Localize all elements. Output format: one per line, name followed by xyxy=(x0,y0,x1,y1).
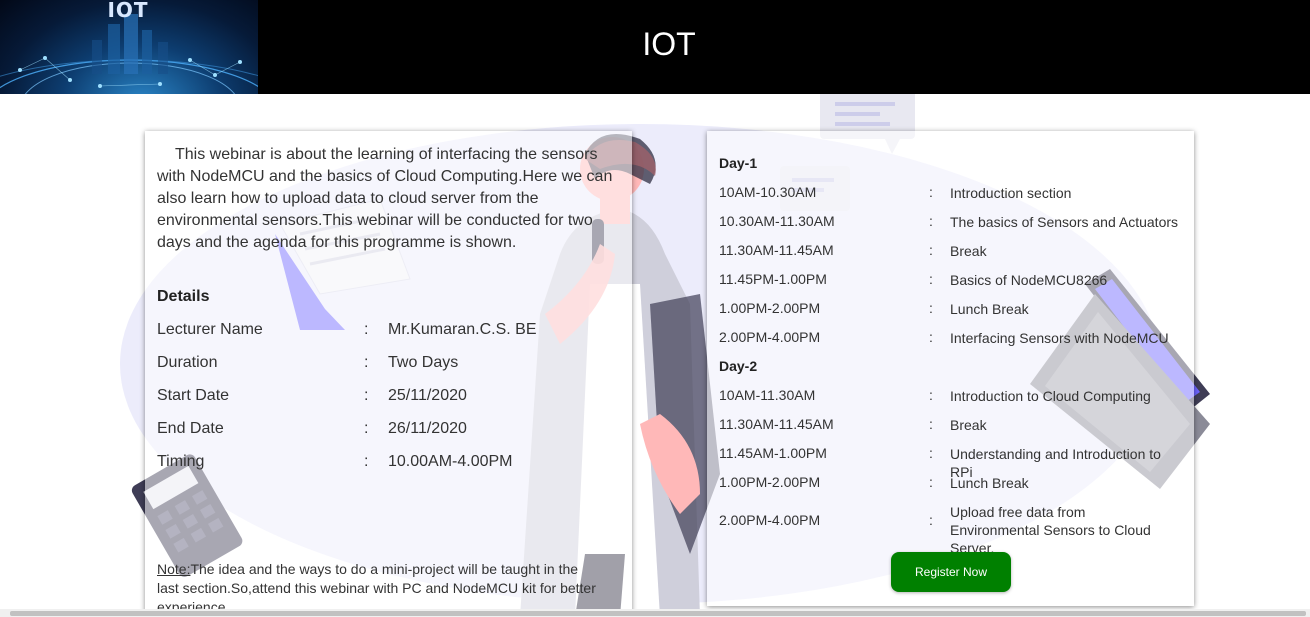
note-text: The idea and the ways to do a mini-proje… xyxy=(157,561,596,615)
detail-value: Mr.Kumaran.C.S. BE xyxy=(388,321,537,338)
page: IOT IOT This webinar is about the learni… xyxy=(0,0,1310,617)
schedule-topic: Introduction section xyxy=(950,185,1072,201)
schedule-row: 2.00PM-4.00PM : Upload free data from En… xyxy=(719,503,1179,556)
day-2-heading: Day-2 xyxy=(719,358,758,374)
register-now-button[interactable]: Register Now xyxy=(891,552,1011,592)
schedule-separator: : xyxy=(929,387,933,403)
schedule-topic: Introduction to Cloud Computing xyxy=(950,388,1151,404)
detail-label: End Date xyxy=(157,420,224,437)
note-label: Note: xyxy=(157,561,191,577)
detail-label: Start Date xyxy=(157,387,230,404)
detail-row-end-date: End Date : 26/11/2020 xyxy=(157,420,617,442)
schedule-separator: : xyxy=(929,416,933,432)
detail-row-timing: Timing : 10.00AM-4.00PM xyxy=(157,453,617,475)
detail-value: 26/11/2020 xyxy=(388,420,467,437)
schedule-topic: Break xyxy=(950,243,987,259)
schedule-topic: Lunch Break xyxy=(950,475,1029,491)
details-heading: Details xyxy=(157,288,210,305)
schedule-time: 10.30AM-11.30AM xyxy=(719,213,835,229)
schedule-time: 2.00PM-4.00PM xyxy=(719,329,821,345)
schedule-time: 1.00PM-2.00PM xyxy=(719,300,821,316)
schedule-separator: : xyxy=(929,512,933,528)
detail-row-start-date: Start Date : 25/11/2020 xyxy=(157,387,617,409)
detail-label: Timing xyxy=(157,453,205,470)
webinar-details-card: This webinar is about the learning of in… xyxy=(145,131,632,617)
schedule-topic: Basics of NodeMCU8266 xyxy=(950,272,1108,288)
schedule-separator: : xyxy=(929,300,933,316)
schedule-time: 2.00PM-4.00PM xyxy=(719,512,821,528)
schedule-time: 10AM-10.30AM xyxy=(719,184,817,200)
schedule-separator: : xyxy=(929,474,933,490)
detail-value: 25/11/2020 xyxy=(388,387,467,404)
schedule-time: 11.45AM-1.00PM xyxy=(719,445,827,461)
detail-separator: : xyxy=(364,420,369,437)
schedule-time: 11.45PM-1.00PM xyxy=(719,271,827,287)
intro-paragraph: This webinar is about the learning of in… xyxy=(157,146,613,251)
logo-text: IOT xyxy=(107,0,149,22)
detail-separator: : xyxy=(364,387,369,404)
schedule-topic: Upload free data from Environmental Sens… xyxy=(950,504,1151,556)
horizontal-scrollbar[interactable] xyxy=(0,609,1310,617)
page-title: IOT xyxy=(642,26,696,62)
scrollbar-thumb[interactable] xyxy=(10,611,1306,616)
schedule-separator: : xyxy=(929,445,933,461)
agenda-card: Day-1 10AM-10.30AM : Introduction sectio… xyxy=(707,131,1194,606)
detail-label: Lecturer Name xyxy=(157,321,263,338)
detail-separator: : xyxy=(364,321,369,338)
schedule-separator: : xyxy=(929,213,933,229)
detail-row-lecturer: Lecturer Name : Mr.Kumaran.C.S. BE xyxy=(157,321,617,343)
detail-label: Duration xyxy=(157,354,218,371)
schedule-topic: Break xyxy=(950,417,987,433)
header-bar: IOT IOT xyxy=(0,0,1310,94)
detail-value: Two Days xyxy=(388,354,459,371)
schedule-time: 10AM-11.30AM xyxy=(719,387,816,403)
schedule-topic: Lunch Break xyxy=(950,301,1029,317)
schedule-separator: : xyxy=(929,184,933,200)
schedule-time: 1.00PM-2.00PM xyxy=(719,474,821,490)
schedule-time: 11.30AM-11.45AM xyxy=(719,416,834,432)
detail-value: 10.00AM-4.00PM xyxy=(388,453,513,470)
schedule-time: 11.30AM-11.45AM xyxy=(719,242,834,258)
detail-row-duration: Duration : Two Days xyxy=(157,354,617,376)
detail-separator: : xyxy=(364,354,369,371)
schedule-topic: Interfacing Sensors with NodeMCU xyxy=(950,330,1169,346)
schedule-separator: : xyxy=(929,242,933,258)
schedule-separator: : xyxy=(929,329,933,345)
schedule-separator: : xyxy=(929,271,933,287)
day-1-heading: Day-1 xyxy=(719,155,758,171)
schedule-topic: The basics of Sensors and Actuators xyxy=(950,214,1179,230)
detail-separator: : xyxy=(364,453,369,470)
